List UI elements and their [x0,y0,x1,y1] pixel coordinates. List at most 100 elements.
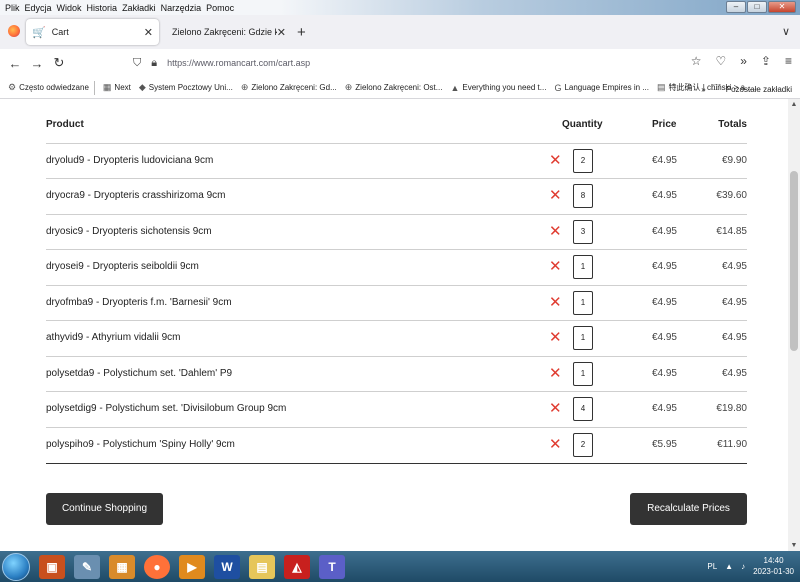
word-app-icon[interactable]: W [214,554,240,579]
remove-item-icon[interactable]: ✕ [549,222,562,240]
close-tab-icon[interactable]: ✕ [277,26,286,39]
bookmark-star-icon[interactable]: ☆ [691,54,702,68]
tab-cart[interactable]: 🛒 Cart ✕ [26,19,159,45]
remove-item-icon[interactable]: ✕ [549,151,562,169]
quantity-input[interactable]: 2 [573,433,593,457]
tray-expand-icon[interactable]: ▲ [725,562,733,571]
share-icon[interactable]: ⇪ [761,54,771,68]
remove-item-icon[interactable]: ✕ [549,293,562,311]
tab-zielono[interactable]: Zielono Zakręceni: Gdzie kupować p ✕ [160,19,292,45]
window-controls: – □ ✕ [726,1,796,13]
clock-time: 14:40 [763,556,784,565]
menu-bar: Plik Edycja Widok Historia Zakładki Narz… [0,0,800,15]
mail-icon: ◆ [138,82,146,92]
continue-shopping-button[interactable]: Continue Shopping [46,493,163,525]
scroll-thumb[interactable] [790,171,798,351]
quantity-input[interactable]: 4 [573,397,593,421]
bookmark-item[interactable]: ⊕ Zielono Zakręceni: Ost... [345,82,443,93]
quantity-input[interactable]: 8 [573,184,593,208]
recalculate-prices-button[interactable]: Recalculate Prices [630,493,747,525]
firefox-icon[interactable] [8,25,20,37]
bookmark-item[interactable]: ▦ Next [103,82,131,93]
other-bookmarks-folder[interactable]: Pozostałe zakładki [726,85,792,94]
start-button[interactable] [2,552,30,581]
paint-app-icon[interactable]: ✎ [74,554,100,579]
unit-price: €4.95 [651,261,677,272]
firefox-taskbar-icon[interactable]: ● [144,554,170,579]
volume-icon[interactable]: ♪ [741,562,745,571]
line-total: €19.80 [716,403,747,414]
overflow-chevron-icon[interactable]: » [740,54,747,68]
list-tabs-icon[interactable]: ∨ [782,25,790,38]
bookmark-item[interactable]: ⚙ Często odwiedzane [8,82,89,93]
clock[interactable]: 14:40 2023-01-30 [753,555,794,577]
quantity-input[interactable]: 3 [573,220,593,244]
grid-icon: ▦ [102,82,112,92]
back-button[interactable]: ← [4,56,26,71]
remove-item-icon[interactable]: ✕ [549,328,562,346]
remove-item-icon[interactable]: ✕ [549,186,562,204]
line-total: €4.95 [721,261,747,272]
menu-history[interactable]: Historia [87,3,118,13]
maximize-button[interactable]: □ [747,1,767,13]
line-total: €39.60 [716,190,747,201]
tab-title: Zielono Zakręceni: Gdzie kupować p [172,27,277,37]
page-scrollbar[interactable]: ▲ ▼ [788,99,800,551]
hamburger-menu-icon[interactable]: ≡ [785,54,792,68]
menu-bookmarks[interactable]: Zakładki [122,3,156,13]
close-window-button[interactable]: ✕ [768,1,796,13]
scroll-down-icon[interactable]: ▼ [788,542,800,549]
forward-button[interactable]: → [26,56,48,71]
language-indicator[interactable]: PL [707,562,717,571]
close-tab-icon[interactable]: ✕ [144,26,153,39]
globe-icon: ⊕ [240,82,249,92]
bookmark-label: Często odwiedzane [19,83,89,92]
menu-edit[interactable]: Edycja [25,3,52,13]
quantity-input[interactable]: 1 [573,326,593,350]
line-total: €4.95 [721,332,747,343]
quantity-input[interactable]: 1 [573,362,593,386]
bookmarks-right: » 🗀 Pozostałe zakładki [701,82,792,96]
remove-item-icon[interactable]: ✕ [549,257,562,275]
bookmarks-overflow-icon[interactable]: » [701,85,705,94]
table-bottom-divider [46,463,747,464]
menu-help[interactable]: Pomoc [206,3,234,13]
product-name: dryofmba9 - Dryopteris f.m. 'Barnesii' 9… [46,297,232,308]
shield-icon[interactable]: ⛉ [133,57,141,70]
unit-price: €4.95 [651,368,677,379]
bookmark-label: Zielono Zakręceni: Gd... [251,83,337,92]
remove-item-icon[interactable]: ✕ [549,435,562,453]
new-tab-button[interactable]: + [297,24,306,41]
minimize-button[interactable]: – [726,1,746,13]
pdf-reader-icon[interactable]: ◭ [284,554,310,579]
teams-app-icon[interactable]: T [319,554,345,579]
unit-price: €4.95 [651,332,677,343]
media-player-icon[interactable]: ▶ [179,554,205,579]
url-bar[interactable]: ⛉ 🔒︎ https://www.romancart.com/cart.asp [133,52,683,74]
remove-item-icon[interactable]: ✕ [549,364,562,382]
header-quantity: Quantity [562,119,603,130]
scroll-up-icon[interactable]: ▲ [788,101,800,108]
screenshot-app-icon[interactable]: ▦ [109,554,135,579]
remove-item-icon[interactable]: ✕ [549,399,562,417]
menu-view[interactable]: Widok [57,3,82,13]
presentation-app-icon[interactable]: ▣ [39,554,65,579]
file-explorer-icon[interactable]: ▤ [249,554,275,579]
bookmark-item[interactable]: ◆ System Pocztowy Uni... [139,82,233,93]
product-name: athyvid9 - Athyrium vidalii 9cm [46,332,181,343]
bookmark-item[interactable]: G Language Empires in ... [554,83,649,93]
bookmark-item[interactable]: ⊕ Zielono Zakręceni: Gd... [241,82,337,93]
lock-icon[interactable]: 🔒︎ [151,57,157,70]
pocket-icon[interactable]: ♡ [715,54,726,68]
url-text[interactable]: https://www.romancart.com/cart.asp [167,58,310,68]
quantity-input[interactable]: 1 [573,291,593,315]
quantity-input[interactable]: 1 [573,255,593,279]
reload-button[interactable]: ↻ [48,55,70,71]
quantity-input[interactable]: 2 [573,149,593,173]
tab-title: Cart [51,27,69,37]
bookmark-label: Everything you need t... [462,83,547,92]
table-row: dryosei9 - Dryopteris seiboldii 9cm ✕ 1 … [46,249,747,284]
menu-file[interactable]: Plik [5,3,20,13]
menu-tools[interactable]: Narzędzia [161,3,202,13]
bookmark-item[interactable]: ▲ Everything you need t... [450,83,546,93]
